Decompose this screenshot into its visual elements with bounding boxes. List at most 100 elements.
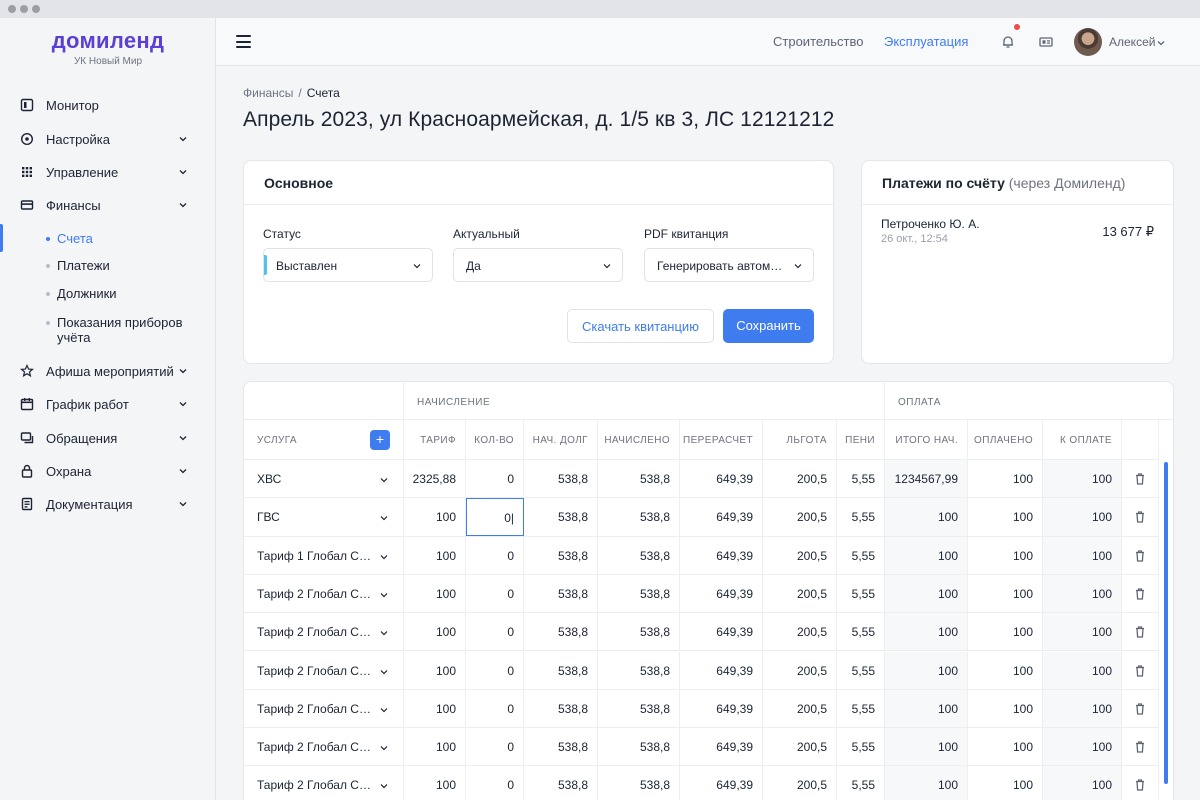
- initial-debt-cell[interactable]: 538,8: [524, 498, 598, 536]
- initial-debt-cell[interactable]: 538,8: [524, 766, 598, 800]
- save-button[interactable]: Сохранить: [723, 309, 814, 343]
- tariff-cell[interactable]: 100: [404, 574, 466, 613]
- bell-icon[interactable]: [1000, 34, 1016, 50]
- trash-icon[interactable]: [1133, 778, 1147, 792]
- service-cell[interactable]: Тариф 2 Глобал Серв...: [244, 651, 404, 689]
- penalty-cell[interactable]: 5,55: [837, 574, 885, 613]
- tariff-cell[interactable]: 100: [404, 728, 466, 766]
- trash-icon[interactable]: [1133, 664, 1147, 678]
- benefit-cell[interactable]: 200,5: [763, 689, 837, 728]
- sidebar-item-finance[interactable]: Финансы: [0, 192, 216, 218]
- service-cell[interactable]: Тариф 1 Глобал Серв...: [244, 536, 404, 574]
- nav-link-operation[interactable]: Эксплуатация: [884, 34, 968, 49]
- quantity-cell[interactable]: 0: [466, 460, 524, 498]
- recalculation-cell[interactable]: 649,39: [680, 498, 763, 536]
- initial-debt-cell[interactable]: 538,8: [524, 689, 598, 728]
- benefit-cell[interactable]: 200,5: [763, 766, 837, 800]
- user-name[interactable]: Алексей: [1109, 35, 1155, 49]
- quantity-cell[interactable]: 0: [466, 728, 524, 766]
- recalculation-cell[interactable]: 649,39: [680, 613, 763, 651]
- benefit-cell[interactable]: 200,5: [763, 728, 837, 766]
- trash-icon[interactable]: [1133, 702, 1147, 716]
- sidebar-item-management[interactable]: Управление: [0, 159, 216, 185]
- initial-debt-cell[interactable]: 538,8: [524, 613, 598, 651]
- trash-icon[interactable]: [1133, 549, 1147, 563]
- chevron-down-icon[interactable]: [379, 552, 389, 562]
- chevron-down-icon[interactable]: [379, 475, 389, 485]
- chevron-down-icon[interactable]: [379, 628, 389, 638]
- sidebar-item-schedule[interactable]: График работ: [0, 391, 216, 417]
- benefit-cell[interactable]: 200,5: [763, 613, 837, 651]
- service-cell[interactable]: Тариф 2 Глобал Серв...: [244, 766, 404, 800]
- penalty-cell[interactable]: 5,55: [837, 536, 885, 574]
- quantity-cell[interactable]: 0: [466, 574, 524, 613]
- quantity-cell[interactable]: 0: [466, 689, 524, 728]
- trash-icon[interactable]: [1133, 472, 1147, 486]
- penalty-cell[interactable]: 5,55: [837, 728, 885, 766]
- recalculation-cell[interactable]: 649,39: [680, 689, 763, 728]
- chevron-down-icon[interactable]: [1156, 38, 1166, 48]
- menu-icon[interactable]: [236, 35, 251, 48]
- sidebar-item-security[interactable]: Охрана: [0, 458, 216, 484]
- sidebar-subitem-payments[interactable]: Платежи: [46, 258, 196, 273]
- trash-icon[interactable]: [1133, 510, 1147, 524]
- accrued-cell[interactable]: 538,8: [598, 728, 680, 766]
- initial-debt-cell[interactable]: 538,8: [524, 728, 598, 766]
- add-service-button[interactable]: +: [370, 430, 390, 450]
- sidebar-item-events[interactable]: Афиша мероприятий: [0, 358, 216, 384]
- recalculation-cell[interactable]: 649,39: [680, 574, 763, 613]
- service-cell[interactable]: Тариф 2 Глобал Серв...: [244, 728, 404, 766]
- trash-icon[interactable]: [1133, 587, 1147, 601]
- tariff-cell[interactable]: 100: [404, 689, 466, 728]
- tariff-cell[interactable]: 100: [404, 766, 466, 800]
- recalculation-cell[interactable]: 649,39: [680, 460, 763, 498]
- accrued-cell[interactable]: 538,8: [598, 766, 680, 800]
- quantity-input[interactable]: 0|: [466, 498, 524, 536]
- tariff-cell[interactable]: 2325,88: [404, 460, 466, 498]
- initial-debt-cell[interactable]: 538,8: [524, 536, 598, 574]
- accrued-cell[interactable]: 538,8: [598, 536, 680, 574]
- chevron-down-icon[interactable]: [379, 590, 389, 600]
- penalty-cell[interactable]: 5,55: [837, 689, 885, 728]
- benefit-cell[interactable]: 200,5: [763, 498, 837, 536]
- sidebar-item-monitor[interactable]: Монитор: [0, 92, 216, 118]
- accrued-cell[interactable]: 538,8: [598, 460, 680, 498]
- quantity-cell[interactable]: 0: [466, 613, 524, 651]
- chevron-down-icon[interactable]: [379, 705, 389, 715]
- news-icon[interactable]: [1038, 34, 1054, 50]
- quantity-cell[interactable]: 0: [466, 536, 524, 574]
- status-select[interactable]: Выставлен: [263, 248, 433, 282]
- avatar[interactable]: [1074, 28, 1102, 56]
- penalty-cell[interactable]: 5,55: [837, 460, 885, 498]
- benefit-cell[interactable]: 200,5: [763, 574, 837, 613]
- quantity-cell[interactable]: 0: [466, 651, 524, 689]
- accrued-cell[interactable]: 538,8: [598, 613, 680, 651]
- benefit-cell[interactable]: 200,5: [763, 460, 837, 498]
- trash-icon[interactable]: [1133, 740, 1147, 754]
- tariff-cell[interactable]: 100: [404, 536, 466, 574]
- benefit-cell[interactable]: 200,5: [763, 651, 837, 689]
- initial-debt-cell[interactable]: 538,8: [524, 651, 598, 689]
- benefit-cell[interactable]: 200,5: [763, 536, 837, 574]
- tariff-cell[interactable]: 100: [404, 613, 466, 651]
- actual-select[interactable]: Да: [453, 248, 623, 282]
- chevron-down-icon[interactable]: [379, 667, 389, 677]
- sidebar-item-documentation[interactable]: Документация: [0, 491, 216, 517]
- recalculation-cell[interactable]: 649,39: [680, 651, 763, 689]
- scrollbar[interactable]: [1164, 462, 1168, 784]
- penalty-cell[interactable]: 5,55: [837, 651, 885, 689]
- trash-icon[interactable]: [1133, 625, 1147, 639]
- accrued-cell[interactable]: 538,8: [598, 574, 680, 613]
- service-cell[interactable]: ХВС: [244, 460, 404, 498]
- penalty-cell[interactable]: 5,55: [837, 766, 885, 800]
- breadcrumb-parent[interactable]: Финансы: [243, 86, 293, 100]
- accrued-cell[interactable]: 538,8: [598, 498, 680, 536]
- service-cell[interactable]: Тариф 2 Глобал Серв...: [244, 613, 404, 651]
- chevron-down-icon[interactable]: [379, 781, 389, 791]
- recalculation-cell[interactable]: 649,39: [680, 728, 763, 766]
- penalty-cell[interactable]: 5,55: [837, 613, 885, 651]
- download-receipt-button[interactable]: Скачать квитанцию: [567, 309, 714, 343]
- recalculation-cell[interactable]: 649,39: [680, 766, 763, 800]
- chevron-down-icon[interactable]: [379, 513, 389, 523]
- service-cell[interactable]: ГВС: [244, 498, 404, 536]
